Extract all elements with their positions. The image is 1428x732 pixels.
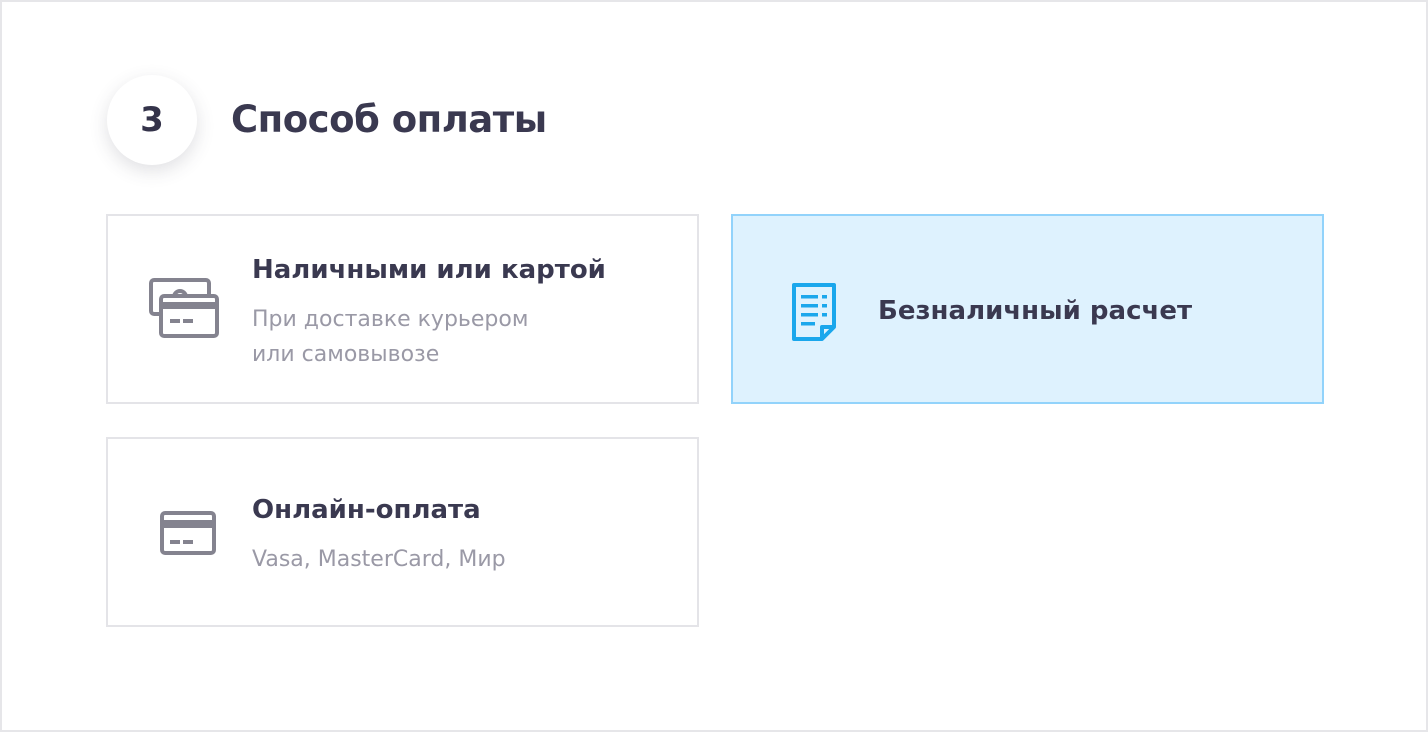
invoice-document-icon	[791, 282, 837, 346]
option-title: Безналичный расчет	[878, 296, 1193, 326]
option-subtitle-line-2: или самовывозе	[252, 342, 440, 367]
option-subtitle-line-1: Vasa, MasterCard, Мир	[252, 547, 506, 572]
payment-option-online[interactable]: Онлайн-оплата Vasa, MasterCard, Мир	[106, 437, 699, 627]
payment-option-cash-or-card[interactable]: Наличными или картой При доставке курьер…	[106, 214, 699, 404]
section-title: Способ оплаты	[231, 98, 547, 141]
credit-card-icon	[160, 511, 216, 559]
payment-option-bank-transfer[interactable]: Безналичный расчет	[731, 214, 1324, 404]
cash-and-card-icon	[149, 278, 219, 342]
step-number-badge: 3	[107, 75, 197, 165]
option-title: Онлайн-оплата	[252, 495, 481, 525]
payment-method-panel: 3 Способ оплаты Наличными или картой При…	[0, 0, 1428, 732]
option-subtitle-line-1: При доставке курьером	[252, 307, 529, 332]
option-title: Наличными или картой	[252, 255, 606, 285]
